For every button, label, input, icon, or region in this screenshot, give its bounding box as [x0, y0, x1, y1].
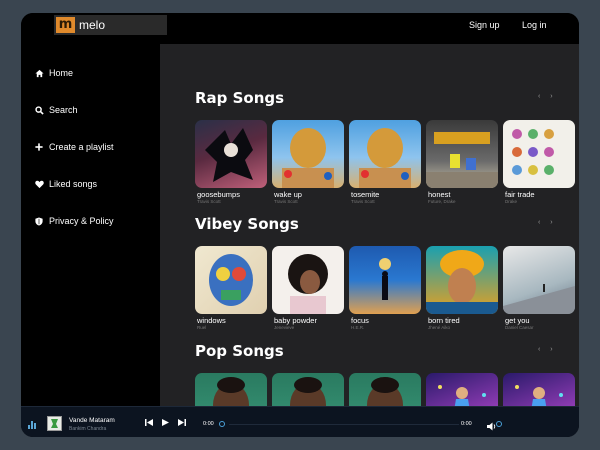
album-art: [426, 132, 498, 188]
card-title[interactable]: get you: [505, 316, 577, 325]
sidebar-item-label: Liked songs: [49, 179, 98, 189]
plus-icon: [34, 142, 44, 152]
card-title[interactable]: focus: [351, 316, 423, 325]
card-title[interactable]: honest: [428, 190, 500, 199]
top-bar: m melo Sign up Log in: [21, 13, 579, 44]
brand[interactable]: m melo: [54, 15, 167, 35]
main-content: Rap Songs ‹ › goosebumps Travis Scott wa…: [160, 44, 579, 406]
total-time: 0:00: [461, 421, 472, 427]
card-title[interactable]: tosemite: [351, 190, 423, 199]
pop-scroll-arrows[interactable]: ‹ ›: [538, 346, 557, 353]
album-card[interactable]: [272, 373, 344, 406]
album-card[interactable]: [195, 373, 267, 406]
card-subtitle: Travis Scott: [274, 199, 298, 204]
album-card[interactable]: [195, 120, 267, 188]
album-art: [209, 254, 253, 306]
progress-knob[interactable]: [219, 421, 225, 427]
equalizer-icon: [28, 421, 36, 429]
album-card[interactable]: [349, 373, 421, 406]
sidebar-item-privacy-policy[interactable]: Privacy & Policy: [34, 215, 114, 227]
app-window: m melo Sign up Log in Home Search Create…: [21, 13, 579, 437]
card-title[interactable]: born tired: [428, 316, 500, 325]
brand-name: melo: [79, 18, 106, 32]
album-card[interactable]: [426, 246, 498, 314]
sidebar-item-search[interactable]: Search: [34, 104, 78, 116]
section-title-pop: Pop Songs: [195, 342, 284, 360]
now-playing-thumbnail[interactable]: [47, 416, 62, 431]
search-icon: [34, 105, 44, 115]
volume-knob[interactable]: [496, 421, 502, 427]
album-art: [282, 128, 334, 188]
sidebar-item-label: Create a playlist: [49, 142, 114, 152]
home-icon: [34, 68, 44, 78]
play-icon[interactable]: [162, 419, 169, 428]
sidebar-item-home[interactable]: Home: [34, 67, 73, 79]
vibey-scroll-arrows[interactable]: ‹ ›: [538, 219, 557, 226]
sidebar-item-create-playlist[interactable]: Create a playlist: [34, 141, 114, 153]
sidebar-item-liked-songs[interactable]: Liked songs: [34, 178, 97, 190]
album-art: [426, 250, 498, 314]
section-title-rap: Rap Songs: [195, 89, 285, 107]
card-subtitle: Future, Drake: [428, 199, 456, 204]
album-art: [367, 377, 403, 406]
album-card[interactable]: [349, 120, 421, 188]
card-title[interactable]: baby powder: [274, 316, 346, 325]
sidebar: Home Search Create a playlist Liked song…: [21, 44, 160, 406]
album-card[interactable]: [349, 246, 421, 314]
rap-scroll-arrows[interactable]: ‹ ›: [538, 93, 557, 100]
album-art: [503, 284, 575, 314]
previous-icon[interactable]: [145, 419, 153, 428]
current-time: 0:00: [203, 421, 214, 427]
card-subtitle: Jenevieve: [274, 325, 295, 330]
signup-link[interactable]: Sign up: [469, 20, 500, 30]
album-art: [515, 385, 563, 406]
card-subtitle: Jhené Aiko: [428, 325, 451, 330]
sidebar-item-label: Privacy & Policy: [49, 216, 114, 226]
now-playing-title: Vande Mataram: [69, 417, 115, 424]
album-art: [290, 377, 326, 406]
card-subtitle: Drake: [505, 199, 518, 204]
album-art: [438, 385, 486, 406]
card-subtitle: H.E.R.: [351, 325, 365, 330]
heart-icon: [34, 179, 44, 189]
card-title[interactable]: wake up: [274, 190, 346, 199]
album-art: [288, 254, 328, 314]
album-card[interactable]: [272, 246, 344, 314]
album-art: [512, 129, 554, 175]
section-title-vibey: Vibey Songs: [195, 215, 299, 233]
card-title[interactable]: fair trade: [505, 190, 577, 199]
login-link[interactable]: Log in: [522, 20, 547, 30]
card-subtitle: Travis Scott: [197, 199, 221, 204]
album-art: [359, 128, 411, 188]
album-card[interactable]: [426, 120, 498, 188]
album-card[interactable]: [272, 120, 344, 188]
album-card[interactable]: [503, 246, 575, 314]
album-card[interactable]: [426, 373, 498, 406]
card-title[interactable]: windows: [197, 316, 269, 325]
logo-icon: m: [56, 17, 75, 33]
shield-icon: [34, 216, 44, 226]
card-subtitle: Daniel Caesar: [505, 325, 534, 330]
card-title[interactable]: goosebumps: [197, 190, 269, 199]
progress-track[interactable]: [229, 424, 459, 425]
next-icon[interactable]: [178, 419, 186, 428]
card-subtitle: Travis Scott: [351, 199, 375, 204]
now-playing-artist: Bankim Chandra: [69, 426, 107, 432]
album-card[interactable]: [503, 120, 575, 188]
card-subtitle: Ruel: [197, 325, 207, 330]
album-art: [205, 128, 253, 182]
volume-icon[interactable]: [487, 418, 497, 436]
sidebar-item-label: Search: [49, 105, 78, 115]
sidebar-item-label: Home: [49, 68, 74, 78]
album-art: [213, 377, 249, 406]
player-bar: Vande Mataram Bankim Chandra 0:00 0:00: [21, 406, 579, 437]
album-card[interactable]: [195, 246, 267, 314]
album-card[interactable]: [503, 373, 575, 406]
album-art: [379, 258, 391, 300]
